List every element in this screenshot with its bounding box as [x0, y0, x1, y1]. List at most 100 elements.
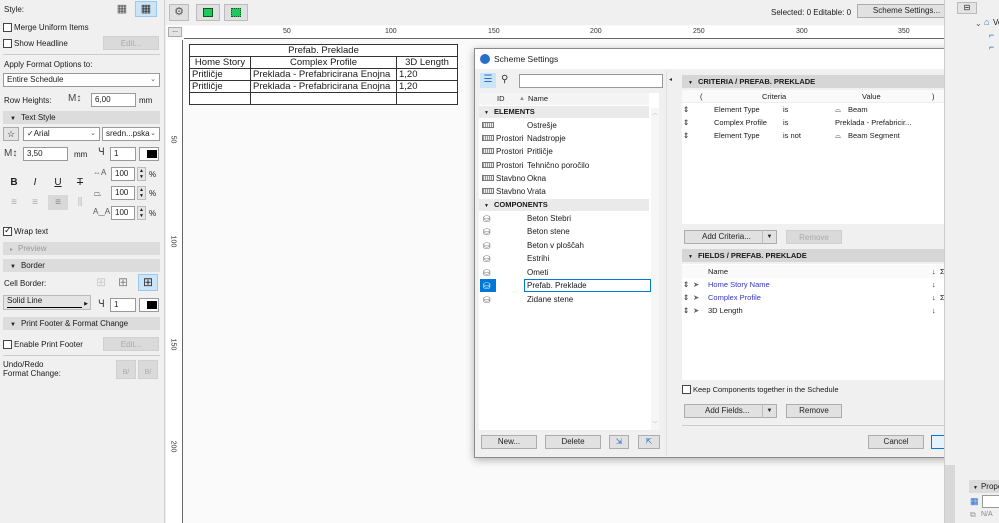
list-item[interactable]: ⛁ Ometi — [479, 266, 649, 279]
tree-view-icon[interactable]: ☰ — [480, 73, 496, 88]
schedule-title[interactable]: Prefab. Preklade — [189, 44, 458, 57]
border-pen-input[interactable]: 1 — [110, 298, 136, 312]
text-color-swatch[interactable] — [139, 147, 159, 161]
border-none-icon[interactable]: ⊞ — [96, 275, 110, 289]
list-item[interactable]: Prostori Pritličje — [479, 145, 649, 158]
drag-handle-icon[interactable]: ⇕ — [683, 291, 689, 304]
field-row[interactable]: ⇕ ➤ Complex Profile ↓ Σ ⚑ — [682, 291, 972, 304]
table-cell[interactable]: 1,20 — [396, 68, 458, 81]
list-scrollbar[interactable]: ︿ ﹀ — [651, 108, 659, 430]
table-cell[interactable]: Pritličje — [189, 68, 251, 81]
dialog-title-bar[interactable]: Scheme Settings ? ✕ — [475, 49, 996, 69]
preview-section-header[interactable]: ▸ Preview — [3, 242, 160, 255]
list-item[interactable]: ⛁ Beton stene — [479, 225, 649, 238]
new-scheme-button[interactable]: New... — [481, 435, 537, 449]
import-icon[interactable]: ⇲ — [609, 435, 629, 449]
tree-item-label[interactable]: Ve — [993, 18, 999, 27]
enable-print-footer-checkbox[interactable] — [3, 340, 12, 349]
strikethrough-button[interactable]: T — [70, 175, 90, 190]
undo-format-button[interactable]: B/ — [116, 360, 136, 379]
field-row[interactable]: ⇕ ➤ 3D Length ↓ — [682, 304, 972, 317]
list-item[interactable]: Prostori Tehnično poročilo — [479, 159, 649, 172]
properties-input[interactable] — [982, 495, 999, 508]
keep-components-checkbox[interactable] — [682, 385, 691, 394]
field-row[interactable]: ⇕ ➤ Home Story Name ↓ — [682, 278, 972, 291]
show-headline-checkbox[interactable] — [3, 39, 12, 48]
border-color-swatch[interactable] — [139, 298, 159, 312]
criteria-operator[interactable]: is not — [783, 129, 801, 142]
table-cell[interactable] — [189, 92, 251, 105]
settings-gear-icon[interactable]: ⚙ — [169, 4, 189, 21]
list-item[interactable]: ⛁ Beton v ploščah — [479, 239, 649, 252]
scheme-search-input[interactable] — [519, 74, 663, 88]
properties-section-header[interactable]: ▼Prope — [969, 480, 999, 493]
drag-handle-icon[interactable]: ⇕ — [683, 304, 689, 317]
criteria-name[interactable]: Complex Profile — [714, 116, 767, 129]
table-cell[interactable]: Preklada - Prefabricirana Enojna — [250, 68, 397, 81]
text-pen-input[interactable]: 1 — [110, 147, 136, 161]
align-right-icon[interactable]: ≡ — [48, 195, 68, 210]
field-sort[interactable]: ↓ — [932, 278, 936, 291]
panel-splitter[interactable] — [945, 465, 955, 523]
list-item[interactable]: ⛁ Estrihi — [479, 252, 649, 265]
cancel-button[interactable]: Cancel — [868, 435, 924, 449]
align-left-icon[interactable]: ≡ — [4, 195, 24, 210]
table-cell[interactable]: 1,20 — [396, 80, 458, 93]
criteria-operator[interactable]: is — [783, 116, 788, 129]
ruler-menu-button[interactable]: ... — [168, 27, 182, 37]
dropdown-arrow-icon[interactable]: ▼ — [762, 230, 776, 244]
width-factor-spinner[interactable]: ▲ ▼ — [137, 167, 146, 181]
table-cell[interactable] — [250, 92, 397, 105]
row-heights-input[interactable]: 6,00 — [91, 93, 136, 107]
slant-spinner[interactable]: ▲ ▼ — [137, 186, 146, 200]
remove-criteria-button[interactable]: Remove — [786, 230, 842, 244]
column-header[interactable]: Complex Profile — [250, 56, 397, 69]
print-footer-section-header[interactable]: ▼ Print Footer & Format Change — [3, 317, 160, 330]
criteria-value[interactable]: Beam Segment — [848, 129, 900, 142]
table-cell[interactable] — [396, 92, 458, 105]
collapse-arrow-icon[interactable]: ◂ — [669, 76, 672, 83]
field-sort[interactable]: ↓ — [932, 304, 936, 317]
spacing-spinner[interactable]: ▲ ▼ — [137, 206, 146, 220]
italic-button[interactable]: I — [25, 175, 45, 190]
merge-uniform-items-checkbox[interactable] — [3, 23, 12, 32]
criteria-value[interactable]: Beam — [848, 103, 868, 116]
field-name[interactable]: 3D Length — [708, 304, 743, 317]
elements-group-header[interactable]: ▼ ELEMENTS — [479, 106, 649, 118]
table-cell[interactable]: Preklada - Prefabricirana Enojna — [250, 80, 397, 93]
field-name[interactable]: Home Story Name — [708, 278, 770, 291]
font-name-select[interactable]: ✓Arial ⌄ — [23, 127, 100, 141]
drag-handle-icon[interactable]: ⇕ — [683, 129, 689, 142]
field-name[interactable]: Complex Profile — [708, 291, 761, 304]
list-item[interactable]: Ostrešje — [479, 119, 649, 132]
criteria-row[interactable]: ⇕ Complex Profile is Preklada - Prefabri… — [682, 116, 972, 129]
list-item[interactable]: ⛁ Zidane stene — [479, 293, 649, 306]
list-item[interactable]: Stavbno Vrata — [479, 185, 649, 198]
list-item-selected[interactable]: ⛁ Prefab. Preklade — [479, 279, 651, 292]
border-outer-icon[interactable]: ⊞ — [118, 275, 132, 289]
list-item[interactable]: ⛁ Beton Stebri — [479, 212, 649, 225]
apply-format-select[interactable]: Entire Schedule ⌄ — [3, 73, 160, 87]
criteria-value[interactable]: Preklada - Prefabricir... — [835, 116, 911, 129]
drag-handle-icon[interactable]: ⇕ — [683, 103, 689, 116]
table-cell[interactable]: Pritličje — [189, 80, 251, 93]
bold-button[interactable]: B — [4, 175, 24, 190]
align-center-icon[interactable]: ≡ — [25, 195, 45, 210]
list-item[interactable]: Stavbno Okna — [479, 172, 649, 185]
scheme-settings-button[interactable]: Scheme Settings... — [857, 4, 956, 18]
dropdown-arrow-icon[interactable]: ▼ — [762, 404, 776, 418]
drag-handle-icon[interactable]: ⇕ — [683, 116, 689, 129]
criteria-name[interactable]: Element Type — [714, 129, 760, 142]
drag-handle-icon[interactable]: ⇕ — [683, 278, 689, 291]
footer-edit-button[interactable]: Edit... — [103, 337, 159, 351]
headline-edit-button[interactable]: Edit... — [103, 36, 159, 50]
redo-format-button[interactable]: B/ — [138, 360, 158, 379]
add-criteria-button[interactable]: Add Criteria... ▼ — [684, 230, 777, 244]
field-sort[interactable]: ↓ — [932, 291, 936, 304]
splitter[interactable] — [666, 71, 667, 456]
export-icon[interactable]: ⇱ — [638, 435, 660, 449]
components-group-header[interactable]: ▼ COMPONENTS — [479, 199, 649, 211]
criteria-name[interactable]: Element Type — [714, 103, 760, 116]
select-elements-button[interactable] — [224, 4, 248, 21]
select-all-button[interactable] — [196, 4, 220, 21]
